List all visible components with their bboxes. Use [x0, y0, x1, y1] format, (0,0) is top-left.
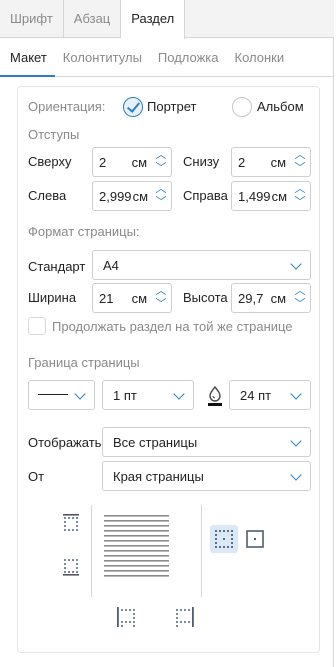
chevron-down-icon[interactable]: ﹀ — [155, 196, 167, 208]
page-width-spinner[interactable]: 21 см ︿ ﹀ — [92, 283, 172, 313]
page-border-title: Граница страницы — [28, 355, 140, 370]
page-height-spinner[interactable]: 29,7 см ︿ ﹀ — [231, 283, 311, 313]
border-box-icon[interactable] — [246, 530, 264, 548]
border-preview — [63, 505, 264, 627]
chevron-down-icon[interactable]: ﹀ — [294, 162, 306, 174]
chevron-down-icon[interactable]: ﹀ — [155, 162, 167, 174]
border-width-select[interactable]: 1 пт — [102, 380, 194, 410]
margin-right-label: Справа — [183, 188, 228, 203]
section-settings-panel: Шрифт Абзац Раздел Макет Колонтитулы Под… — [0, 0, 334, 667]
border-bottom-icon[interactable] — [63, 559, 79, 576]
chevron-up-icon[interactable]: ︿ — [294, 149, 306, 161]
border-all-icon[interactable] — [210, 525, 238, 553]
tab-font[interactable]: Шрифт — [0, 0, 64, 38]
layout-settings-card: Ориентация: Портрет Альбом Отступы Сверх… — [17, 86, 320, 653]
page-height-label: Высота — [183, 290, 228, 305]
standard-label: Стандарт — [28, 259, 86, 274]
landscape-label[interactable]: Альбом — [257, 99, 304, 114]
chevron-down-icon — [290, 435, 302, 447]
chevron-down-icon — [290, 469, 302, 481]
from-select[interactable]: Края страницы — [102, 461, 311, 491]
page-size-value: A4 — [103, 258, 119, 273]
border-width-value: 1 пт — [113, 388, 137, 403]
chevron-down-icon — [74, 388, 86, 400]
tab-columns[interactable]: Колонки — [227, 39, 293, 77]
tab-section[interactable]: Раздел — [121, 0, 186, 39]
border-top-icon[interactable] — [63, 514, 79, 531]
chevron-down-icon — [173, 388, 185, 400]
orientation-label: Ориентация: — [28, 99, 106, 114]
chevron-up-icon[interactable]: ︿ — [155, 183, 167, 195]
border-left-icon[interactable] — [117, 607, 135, 627]
border-offset-select[interactable]: 24 пт — [229, 380, 311, 410]
page-format-title: Формат страницы: — [28, 224, 140, 239]
border-offset-value: 24 пт — [240, 388, 272, 403]
display-select[interactable]: Все страницы — [102, 427, 311, 457]
top-tab-bar: Шрифт Абзац Раздел — [0, 0, 334, 39]
landscape-radio[interactable] — [232, 97, 252, 117]
page-height-arrows[interactable]: ︿ ﹀ — [290, 284, 310, 312]
margin-bottom-arrows[interactable]: ︿ ﹀ — [290, 148, 310, 176]
from-label: От — [28, 469, 45, 484]
margin-right-spinner[interactable]: 1,499 см ︿ ﹀ — [231, 181, 311, 211]
margin-bottom-unit: см — [270, 155, 286, 170]
display-label: Отображать — [28, 435, 102, 450]
continue-section-checkbox[interactable] — [28, 317, 46, 335]
chevron-down-icon[interactable]: ﹀ — [294, 196, 306, 208]
chevron-down-icon[interactable]: ﹀ — [155, 298, 167, 310]
border-right-icon[interactable] — [176, 607, 194, 627]
margin-left-label: Слева — [28, 188, 67, 203]
margin-right-unit: см — [271, 189, 287, 204]
margin-left-unit: см — [132, 189, 148, 204]
margin-bottom-spinner[interactable]: 2 см ︿ ﹀ — [231, 147, 311, 177]
margin-bottom-value[interactable]: 2 — [238, 155, 245, 170]
margin-top-unit: см — [131, 155, 147, 170]
chevron-down-icon — [290, 388, 302, 400]
margin-left-arrows[interactable]: ︿ ﹀ — [151, 182, 171, 210]
chevron-down-icon — [290, 258, 302, 270]
page-width-value[interactable]: 21 — [99, 291, 113, 306]
portrait-label[interactable]: Портрет — [147, 99, 196, 114]
page-height-value[interactable]: 29,7 — [238, 291, 263, 306]
chevron-up-icon[interactable]: ︿ — [294, 183, 306, 195]
tab-watermark[interactable]: Подложка — [150, 39, 227, 77]
margin-top-value[interactable]: 2 — [99, 155, 106, 170]
tab-paragraph[interactable]: Абзац — [64, 0, 122, 38]
tab-layout[interactable]: Макет — [0, 39, 55, 77]
margin-bottom-label: Снизу — [183, 154, 220, 169]
chevron-up-icon[interactable]: ︿ — [294, 285, 306, 297]
display-value: Все страницы — [113, 435, 198, 450]
from-value: Края страницы — [113, 469, 204, 484]
page-width-arrows[interactable]: ︿ ﹀ — [151, 284, 171, 312]
margins-title: Отступы — [28, 127, 80, 142]
margin-top-arrows[interactable]: ︿ ﹀ — [151, 148, 171, 176]
chevron-down-icon[interactable]: ﹀ — [294, 298, 306, 310]
border-line-sample — [38, 394, 68, 395]
margin-right-value[interactable]: 1,499 — [238, 189, 271, 204]
margin-top-label: Сверху — [28, 154, 72, 169]
page-preview — [91, 505, 202, 597]
page-width-unit: см — [131, 291, 147, 306]
page-width-label: Ширина — [28, 290, 77, 305]
fill-color-icon — [208, 385, 222, 406]
border-style-select[interactable] — [28, 380, 95, 410]
margin-left-value[interactable]: 2,999 — [99, 189, 132, 204]
tab-headers-footers[interactable]: Колонтитулы — [55, 39, 150, 77]
page-size-select[interactable]: A4 — [92, 250, 311, 280]
sub-tab-bar: Макет Колонтитулы Подложка Колонки — [0, 39, 334, 77]
margin-top-spinner[interactable]: 2 см ︿ ﹀ — [92, 147, 172, 177]
border-color-button[interactable] — [202, 382, 228, 408]
chevron-up-icon[interactable]: ︿ — [155, 285, 167, 297]
continue-section-label[interactable]: Продолжать раздел на той же странице — [52, 319, 293, 334]
margin-left-spinner[interactable]: 2,999 см ︿ ﹀ — [92, 181, 172, 211]
page-height-unit: см — [270, 291, 286, 306]
chevron-up-icon[interactable]: ︿ — [155, 149, 167, 161]
portrait-radio[interactable] — [123, 97, 143, 117]
margin-right-arrows[interactable]: ︿ ﹀ — [290, 182, 310, 210]
